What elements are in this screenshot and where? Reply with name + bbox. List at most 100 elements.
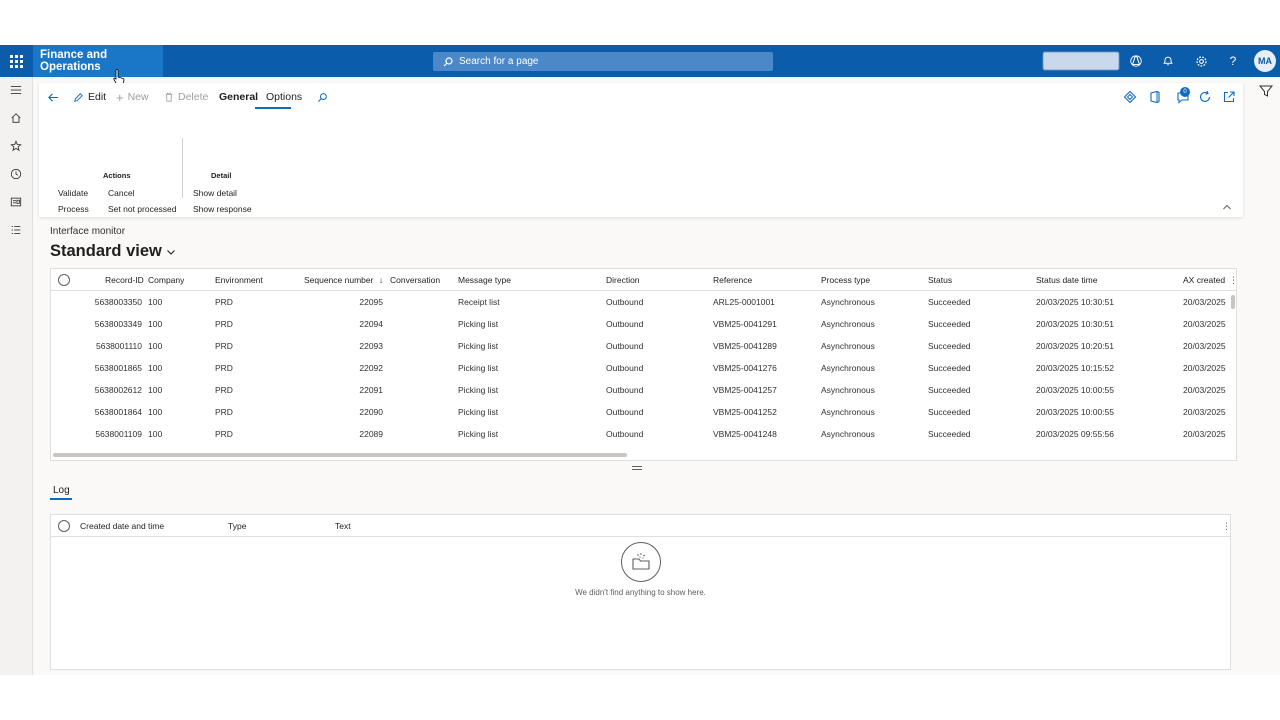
table-row[interactable]: 5638002612 100 PRD 22091 Picking list Outboun…: [51, 379, 1236, 401]
records-grid: Record-ID Company Environment Sequence n…: [50, 268, 1237, 461]
company-selector[interactable]: [1043, 52, 1119, 70]
tab-log-indicator: [50, 498, 72, 500]
cell-ax-created: 20/03/2025: [1183, 363, 1226, 373]
action-search-button[interactable]: [317, 90, 328, 104]
horizontal-scrollbar[interactable]: [53, 453, 627, 457]
back-button[interactable]: [47, 90, 60, 104]
show-response-button[interactable]: Show response: [193, 204, 252, 214]
gear-icon[interactable]: [1193, 53, 1209, 69]
arrow-left-icon: [48, 92, 59, 102]
table-row[interactable]: 5638003350 100 PRD 22095 Receipt list Outboun…: [51, 291, 1236, 313]
validate-button[interactable]: Validate: [58, 188, 88, 198]
col-conversation[interactable]: Conversation: [390, 275, 440, 285]
log-select-all-radio[interactable]: [58, 520, 70, 532]
cell-ax-created: 20/03/2025: [1183, 319, 1226, 329]
cell-direction: Outbound: [606, 341, 644, 351]
tab-log[interactable]: Log: [53, 485, 70, 496]
cell-environment: PRD: [215, 319, 233, 329]
new-label: New: [127, 91, 149, 103]
col-reference[interactable]: Reference: [713, 275, 752, 285]
col-message-type[interactable]: Message type: [458, 275, 511, 285]
vertical-scrollbar[interactable]: [1231, 295, 1235, 309]
col-sequence-number[interactable]: Sequence number ↓: [304, 275, 383, 285]
col-record-id[interactable]: Record-ID: [105, 275, 144, 285]
cell-message-type: Picking list: [458, 429, 499, 439]
show-detail-button[interactable]: Show detail: [193, 188, 237, 198]
modules-list-icon[interactable]: [9, 223, 23, 237]
col-text[interactable]: Text: [335, 521, 351, 531]
col-type[interactable]: Type: [228, 521, 246, 531]
table-row[interactable]: 5638001109 100 PRD 22089 Picking list Outboun…: [51, 423, 1236, 445]
cell-company: 100: [148, 363, 163, 373]
cell-ax-created: 20/03/2025: [1183, 341, 1226, 351]
cell-status: Succeeded: [928, 297, 971, 307]
cell-sequence-number: 22092: [359, 363, 383, 373]
table-row[interactable]: 5638001865 100 PRD 22092 Picking list Outboun…: [51, 357, 1236, 379]
copilot-icon[interactable]: [1128, 53, 1144, 69]
grid-header: Record-ID Company Environment Sequence n…: [51, 269, 1236, 291]
new-button[interactable]: + New: [116, 90, 149, 105]
star-icon[interactable]: [9, 139, 23, 153]
log-more-options-icon[interactable]: ⋮: [1222, 521, 1231, 532]
pane-splitter[interactable]: [632, 466, 642, 472]
cell-process-type: Asynchronous: [821, 407, 875, 417]
cell-record-id: 5638002612: [94, 385, 142, 395]
cancel-button[interactable]: Cancel: [108, 188, 134, 198]
table-row[interactable]: 5638001864 100 PRD 22090 Picking list Outboun…: [51, 401, 1236, 423]
clock-icon[interactable]: [9, 167, 23, 181]
col-status-date-time[interactable]: Status date time: [1036, 275, 1097, 285]
refresh-icon[interactable]: [1198, 90, 1212, 104]
open-new-window-icon[interactable]: [1222, 90, 1236, 104]
col-direction[interactable]: Direction: [606, 275, 640, 285]
home-icon[interactable]: [9, 111, 23, 125]
cell-company: 100: [148, 429, 163, 439]
table-row[interactable]: 5638001110 100 PRD 22093 Picking list Outboun…: [51, 335, 1236, 357]
search-icon: [318, 92, 327, 102]
tab-general[interactable]: General: [219, 90, 258, 104]
process-button[interactable]: Process: [58, 204, 89, 214]
table-row[interactable]: 5638003349 100 PRD 22094 Picking list Outboun…: [51, 313, 1236, 335]
empty-state-message: We didn't find anything to show here.: [575, 588, 706, 597]
cell-reference: VBM25-0041291: [713, 319, 777, 329]
view-selector[interactable]: Standard view: [50, 242, 176, 261]
more-options-icon[interactable]: ⋮: [1229, 275, 1236, 286]
search-box[interactable]: Search for a page: [433, 52, 773, 71]
cell-direction: Outbound: [606, 385, 644, 395]
cell-reference: VBM25-0041257: [713, 385, 777, 395]
office-icon[interactable]: [1148, 90, 1162, 104]
cell-ax-created: 20/03/2025: [1183, 297, 1226, 307]
app-launcher-button[interactable]: [0, 45, 32, 77]
cell-reference: VBM25-0041248: [713, 429, 777, 439]
cell-message-type: Receipt list: [458, 297, 500, 307]
cell-sequence-number: 22090: [359, 407, 383, 417]
col-process-type[interactable]: Process type: [821, 275, 870, 285]
cell-reference: VBM25-0041252: [713, 407, 777, 417]
chevron-up-icon[interactable]: [1222, 202, 1232, 212]
cell-environment: PRD: [215, 297, 233, 307]
col-status[interactable]: Status: [928, 275, 952, 285]
col-company[interactable]: Company: [148, 275, 184, 285]
trash-icon: [165, 92, 173, 102]
cell-status: Succeeded: [928, 319, 971, 329]
col-ax-created[interactable]: AX created: [1183, 275, 1227, 285]
help-icon[interactable]: ?: [1225, 53, 1241, 69]
col-created-date-time[interactable]: Created date and time: [80, 521, 164, 531]
bell-icon[interactable]: [1160, 53, 1176, 69]
hamburger-icon[interactable]: [9, 83, 23, 97]
delete-button[interactable]: Delete: [164, 90, 208, 104]
col-environment[interactable]: Environment: [215, 275, 263, 285]
workspace-icon[interactable]: [9, 195, 23, 209]
tab-options[interactable]: Options: [266, 90, 302, 104]
group-title-actions: Actions: [103, 171, 131, 180]
avatar[interactable]: MA: [1254, 50, 1276, 72]
select-all-radio[interactable]: [58, 274, 70, 286]
edit-button[interactable]: Edit: [73, 90, 106, 104]
power-apps-icon[interactable]: [1123, 90, 1137, 104]
cell-message-type: Picking list: [458, 385, 499, 395]
cell-company: 100: [148, 297, 163, 307]
cell-ax-created: 20/03/2025: [1183, 385, 1226, 395]
set-not-processed-button[interactable]: Set not processed: [108, 204, 177, 214]
filter-icon[interactable]: [1258, 83, 1274, 99]
app-name[interactable]: Finance and Operations: [33, 45, 163, 77]
page-title: Standard view: [50, 242, 162, 260]
